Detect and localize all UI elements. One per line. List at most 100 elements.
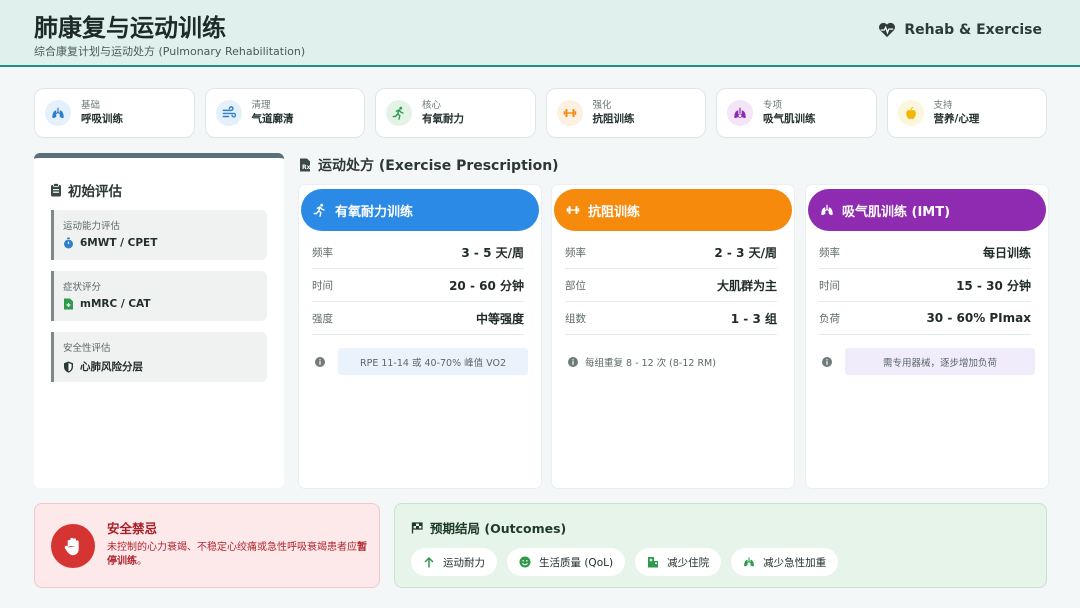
assessment-title-text: 初始评估 — [68, 184, 122, 200]
initial-assessment-panel: 初始评估 运动能力评估 6MWT / CPET 症状评分 mMRC / CAT … — [34, 153, 284, 488]
assessment-caption: 运动能力评估 — [63, 221, 121, 232]
arrow-up-icon — [424, 557, 434, 568]
rx-note-text: RPE 11-14 或 40-70% 峰值 VO2 — [338, 348, 528, 375]
shield-icon — [64, 361, 73, 373]
safety-description: 未控制的心力衰竭、不稳定心绞痛或急性呼吸衰竭患者应暂停训练。 — [107, 541, 369, 569]
step-resistance[interactable]: 强化 抗阻训练 — [545, 88, 706, 138]
outcome-chip-exacerbation[interactable]: 减少急性加重 — [731, 548, 839, 576]
outcome-label: 生活质量 (QoL) — [539, 556, 614, 569]
step-label: 呼吸训练 — [81, 113, 123, 125]
rx-row-key: 频率 — [565, 246, 586, 259]
brand: Rehab & Exercise — [878, 22, 1042, 38]
file-prescription-icon: Rx — [300, 158, 311, 172]
rx-note-text: 每组重复 8 - 12 次 (8-12 RM) — [585, 348, 781, 375]
header: 肺康复与运动训练 综合康复计划与运动处方 (Pulmonary Rehabili… — [0, 0, 1080, 67]
svg-text:Rx: Rx — [302, 164, 311, 171]
assessment-item-symptom-score[interactable]: 症状评分 mMRC / CAT — [51, 271, 267, 321]
step-support[interactable]: 支持 营养/心理 — [886, 88, 1047, 138]
step-label: 营养/心理 — [933, 113, 980, 125]
rx-note: 需专用器械，逐步增加负荷 — [819, 348, 1035, 375]
wind-icon — [222, 106, 236, 118]
heartbeat-icon — [879, 22, 896, 38]
page-subtitle: 综合康复计划与运动处方 (Pulmonary Rehabilitation) — [34, 45, 306, 58]
rx-row-value: 每日训练 — [982, 245, 1031, 260]
rx-note-text: 需专用器械，逐步增加负荷 — [845, 348, 1035, 375]
rx-row-key: 频率 — [312, 246, 333, 259]
rx-row-key: 频率 — [819, 246, 840, 259]
rx-row-value: 大肌群为主 — [716, 278, 777, 293]
outcome-chip-endurance[interactable]: 运动耐力 — [411, 548, 497, 576]
rx-card-title: 吸气肌训练 (IMT) — [842, 204, 951, 220]
assessment-value: mMRC / CAT — [63, 298, 258, 310]
assessment-value: 6MWT / CPET — [63, 237, 258, 249]
assessment-value-text: 心肺风险分层 — [80, 361, 143, 373]
step-inspiratory[interactable]: 专项 吸气肌训练 — [716, 88, 877, 138]
brand-label: Rehab & Exercise — [904, 22, 1042, 38]
safety-desc-end: 。 — [137, 556, 147, 567]
rx-card-imt: 吸气肌训练 (IMT) 频率 每日训练 时间 15 - 30 分钟 负荷 30 … — [806, 185, 1048, 488]
rx-note: RPE 11-14 或 40-70% 峰值 VO2 — [312, 348, 528, 375]
step-icon-bg — [897, 100, 924, 126]
info-icon — [819, 356, 835, 367]
rx-row-load: 负荷 30 - 60% PImax — [819, 302, 1031, 335]
rx-row-key: 部位 — [565, 279, 586, 292]
assessment-value: 心肺风险分层 — [63, 359, 258, 374]
outcome-chips: 运动耐力 生活质量 (QoL) 减少住院 减少急性加重 — [411, 548, 839, 576]
rx-card-header: 有氧耐力训练 — [301, 189, 539, 231]
rx-card-header: 吸气肌训练 (IMT) — [808, 189, 1046, 231]
rx-card-aerobic: 有氧耐力训练 频率 3 - 5 天/周 时间 20 - 60 分钟 强度 中等强… — [299, 185, 541, 488]
step-caption: 基础 — [81, 100, 101, 111]
rx-row-key: 负荷 — [819, 312, 840, 325]
assessment-title: 初始评估 — [50, 180, 122, 200]
info-icon — [565, 356, 581, 367]
rx-row-time: 时间 15 - 30 分钟 — [819, 269, 1031, 302]
step-label: 吸气肌训练 — [763, 113, 816, 125]
assessment-caption: 症状评分 — [63, 282, 102, 293]
step-airway-clearance[interactable]: 清理 气道廓清 — [204, 88, 365, 138]
clipboard-icon — [51, 183, 61, 197]
rx-row-value: 2 - 3 天/周 — [714, 245, 777, 260]
rx-row-key: 时间 — [819, 279, 840, 292]
rx-row-body-part: 部位 大肌群为主 — [565, 269, 777, 302]
step-breathing[interactable]: 基础 呼吸训练 — [34, 88, 195, 138]
smile-icon — [519, 556, 531, 568]
outcome-chip-qol[interactable]: 生活质量 (QoL) — [507, 548, 626, 576]
rx-card-title: 有氧耐力训练 — [335, 204, 414, 220]
rx-note: 每组重复 8 - 12 次 (8-12 RM) — [565, 348, 781, 375]
step-icon-bg — [386, 100, 412, 126]
outcome-label: 减少住院 — [667, 556, 710, 569]
rx-row-time: 时间 20 - 60 分钟 — [312, 269, 524, 302]
assessment-item-exercise-capacity[interactable]: 运动能力评估 6MWT / CPET — [51, 210, 267, 260]
step-caption: 支持 — [933, 100, 953, 111]
lungs-icon — [52, 107, 64, 119]
assessment-caption: 安全性评估 — [63, 343, 111, 354]
step-label: 有氧耐力 — [422, 113, 464, 125]
step-icon-bg — [215, 100, 242, 126]
assessment-value-text: 6MWT / CPET — [80, 237, 158, 249]
rx-row-value: 15 - 30 分钟 — [956, 278, 1031, 293]
rx-row-value: 30 - 60% PImax — [926, 311, 1031, 325]
safety-panel: 安全禁忌 未控制的心力衰竭、不稳定心绞痛或急性呼吸衰竭患者应暂停训练。 — [34, 503, 380, 588]
outcomes-title-text: 预期结局 (Outcomes) — [430, 521, 567, 536]
rx-row-frequency: 频率 每日训练 — [819, 236, 1031, 269]
rx-card-resistance: 抗阻训练 频率 2 - 3 天/周 部位 大肌群为主 组数 1 - 3 组 每组… — [552, 185, 794, 488]
step-icon-bg — [45, 100, 71, 126]
step-aerobic[interactable]: 核心 有氧耐力 — [375, 88, 536, 138]
outcomes-panel: 预期结局 (Outcomes) 运动耐力 生活质量 (QoL) 减少住院 减少急… — [394, 503, 1047, 588]
prescription-title: Rx 运动处方 (Exercise Prescription) — [299, 155, 559, 175]
info-icon — [312, 356, 328, 367]
hospital-icon — [648, 557, 659, 568]
step-caption: 清理 — [251, 100, 271, 111]
outcomes-title: 预期结局 (Outcomes) — [411, 518, 566, 537]
step-icon-bg — [727, 100, 753, 126]
lungs-virus-icon — [734, 107, 746, 119]
prescription-title-text: 运动处方 (Exercise Prescription) — [318, 158, 559, 174]
assessment-item-safety[interactable]: 安全性评估 心肺风险分层 — [51, 332, 267, 382]
step-caption: 核心 — [422, 100, 442, 111]
page-title: 肺康复与运动训练 — [34, 14, 226, 42]
step-label: 抗阻训练 — [592, 113, 635, 125]
rx-row-value: 中等强度 — [475, 311, 524, 326]
outcome-label: 减少急性加重 — [763, 556, 827, 569]
step-caption: 专项 — [763, 100, 783, 111]
outcome-chip-hospitalization[interactable]: 减少住院 — [635, 548, 722, 576]
